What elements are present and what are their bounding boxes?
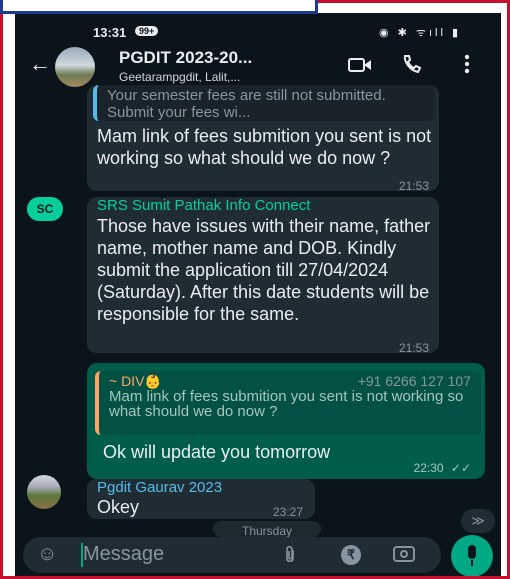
message-bubble[interactable]: Your semester fees are still not submitt… xyxy=(87,85,439,193)
group-members[interactable]: Geetarampgdit, Lalit,... xyxy=(119,70,240,84)
sender-name[interactable]: Pgdit Gaurav 2023 xyxy=(97,479,222,496)
status-bar: 13:31 99+ ◉ ✱ ᯤıll ▮ xyxy=(15,13,501,43)
message-time: 23:27 xyxy=(272,505,303,519)
avatar[interactable]: SC xyxy=(27,197,63,221)
double-check-icon: ✓✓ xyxy=(450,461,471,475)
video-call-icon[interactable] xyxy=(347,55,373,75)
message-bubble[interactable]: SRS Sumit Pathak Info Connect Those have… xyxy=(87,197,439,355)
message-input[interactable]: Message xyxy=(83,543,164,566)
quoted-text: Mam link of fees submition you sent is n… xyxy=(109,388,464,420)
message-time-value: 22:30 xyxy=(413,461,444,475)
more-vertical-icon[interactable] xyxy=(463,53,471,75)
back-arrow-icon[interactable]: ← xyxy=(29,51,51,77)
message-text: Mam link of fees submition you sent is n… xyxy=(97,126,432,168)
sender-name[interactable]: SRS Sumit Pathak Info Connect xyxy=(97,197,310,214)
quoted-text: Your semester fees are still not submitt… xyxy=(107,87,386,121)
microphone-button[interactable] xyxy=(451,535,493,576)
camera-icon[interactable] xyxy=(393,546,415,562)
quoted-message[interactable]: Your semester fees are still not submitt… xyxy=(93,85,435,121)
date-chip: Thursday xyxy=(213,521,321,537)
status-time: 13:31 xyxy=(93,25,127,40)
emoji-icon[interactable]: ☺ xyxy=(37,543,57,566)
screenshot-frame: 13:31 99+ ◉ ✱ ᯤıll ▮ ← PGDIT 2023-20... … xyxy=(0,0,510,579)
message-text: Those have issues with their name, fathe… xyxy=(97,216,431,324)
message-time: 22:30 ✓✓ xyxy=(414,461,471,475)
phone-screen: 13:31 99+ ◉ ✱ ᯤıll ▮ ← PGDIT 2023-20... … xyxy=(15,13,501,576)
message-input-bar[interactable]: ☺ Message ₹ xyxy=(23,537,441,573)
avatar[interactable] xyxy=(27,475,61,509)
status-icons: ◉ ✱ ᯤıll ▮ xyxy=(378,27,461,39)
rupee-icon[interactable]: ₹ xyxy=(341,545,361,565)
top-frame-decoration xyxy=(0,0,318,14)
chat-header: ← PGDIT 2023-20... Geetarampgdit, Lalit,… xyxy=(15,43,501,89)
group-avatar[interactable] xyxy=(55,47,95,87)
scroll-down-icon[interactable]: ≫ xyxy=(461,509,495,533)
message-bubble[interactable]: ~ DIV👶 +91 6266 127 107 Mam link of fees… xyxy=(87,363,485,479)
message-text: Okey xyxy=(97,497,140,517)
message-bubble[interactable]: Pgdit Gaurav 2023 Okey 23:27 xyxy=(87,479,315,519)
message-time: 21:53 xyxy=(398,341,429,355)
quoted-phone: +91 6266 127 107 xyxy=(357,373,471,389)
message-text: Ok will update you tomorrow xyxy=(103,442,331,462)
attach-icon[interactable] xyxy=(283,545,297,565)
group-title[interactable]: PGDIT 2023-20... xyxy=(119,48,252,68)
message-time: 21:53 xyxy=(398,179,429,193)
microphone-icon xyxy=(468,545,476,559)
notification-badge: 99+ xyxy=(135,26,159,36)
phone-icon[interactable] xyxy=(401,53,423,75)
quoted-message[interactable]: ~ DIV👶 +91 6266 127 107 Mam link of fees… xyxy=(95,371,481,435)
